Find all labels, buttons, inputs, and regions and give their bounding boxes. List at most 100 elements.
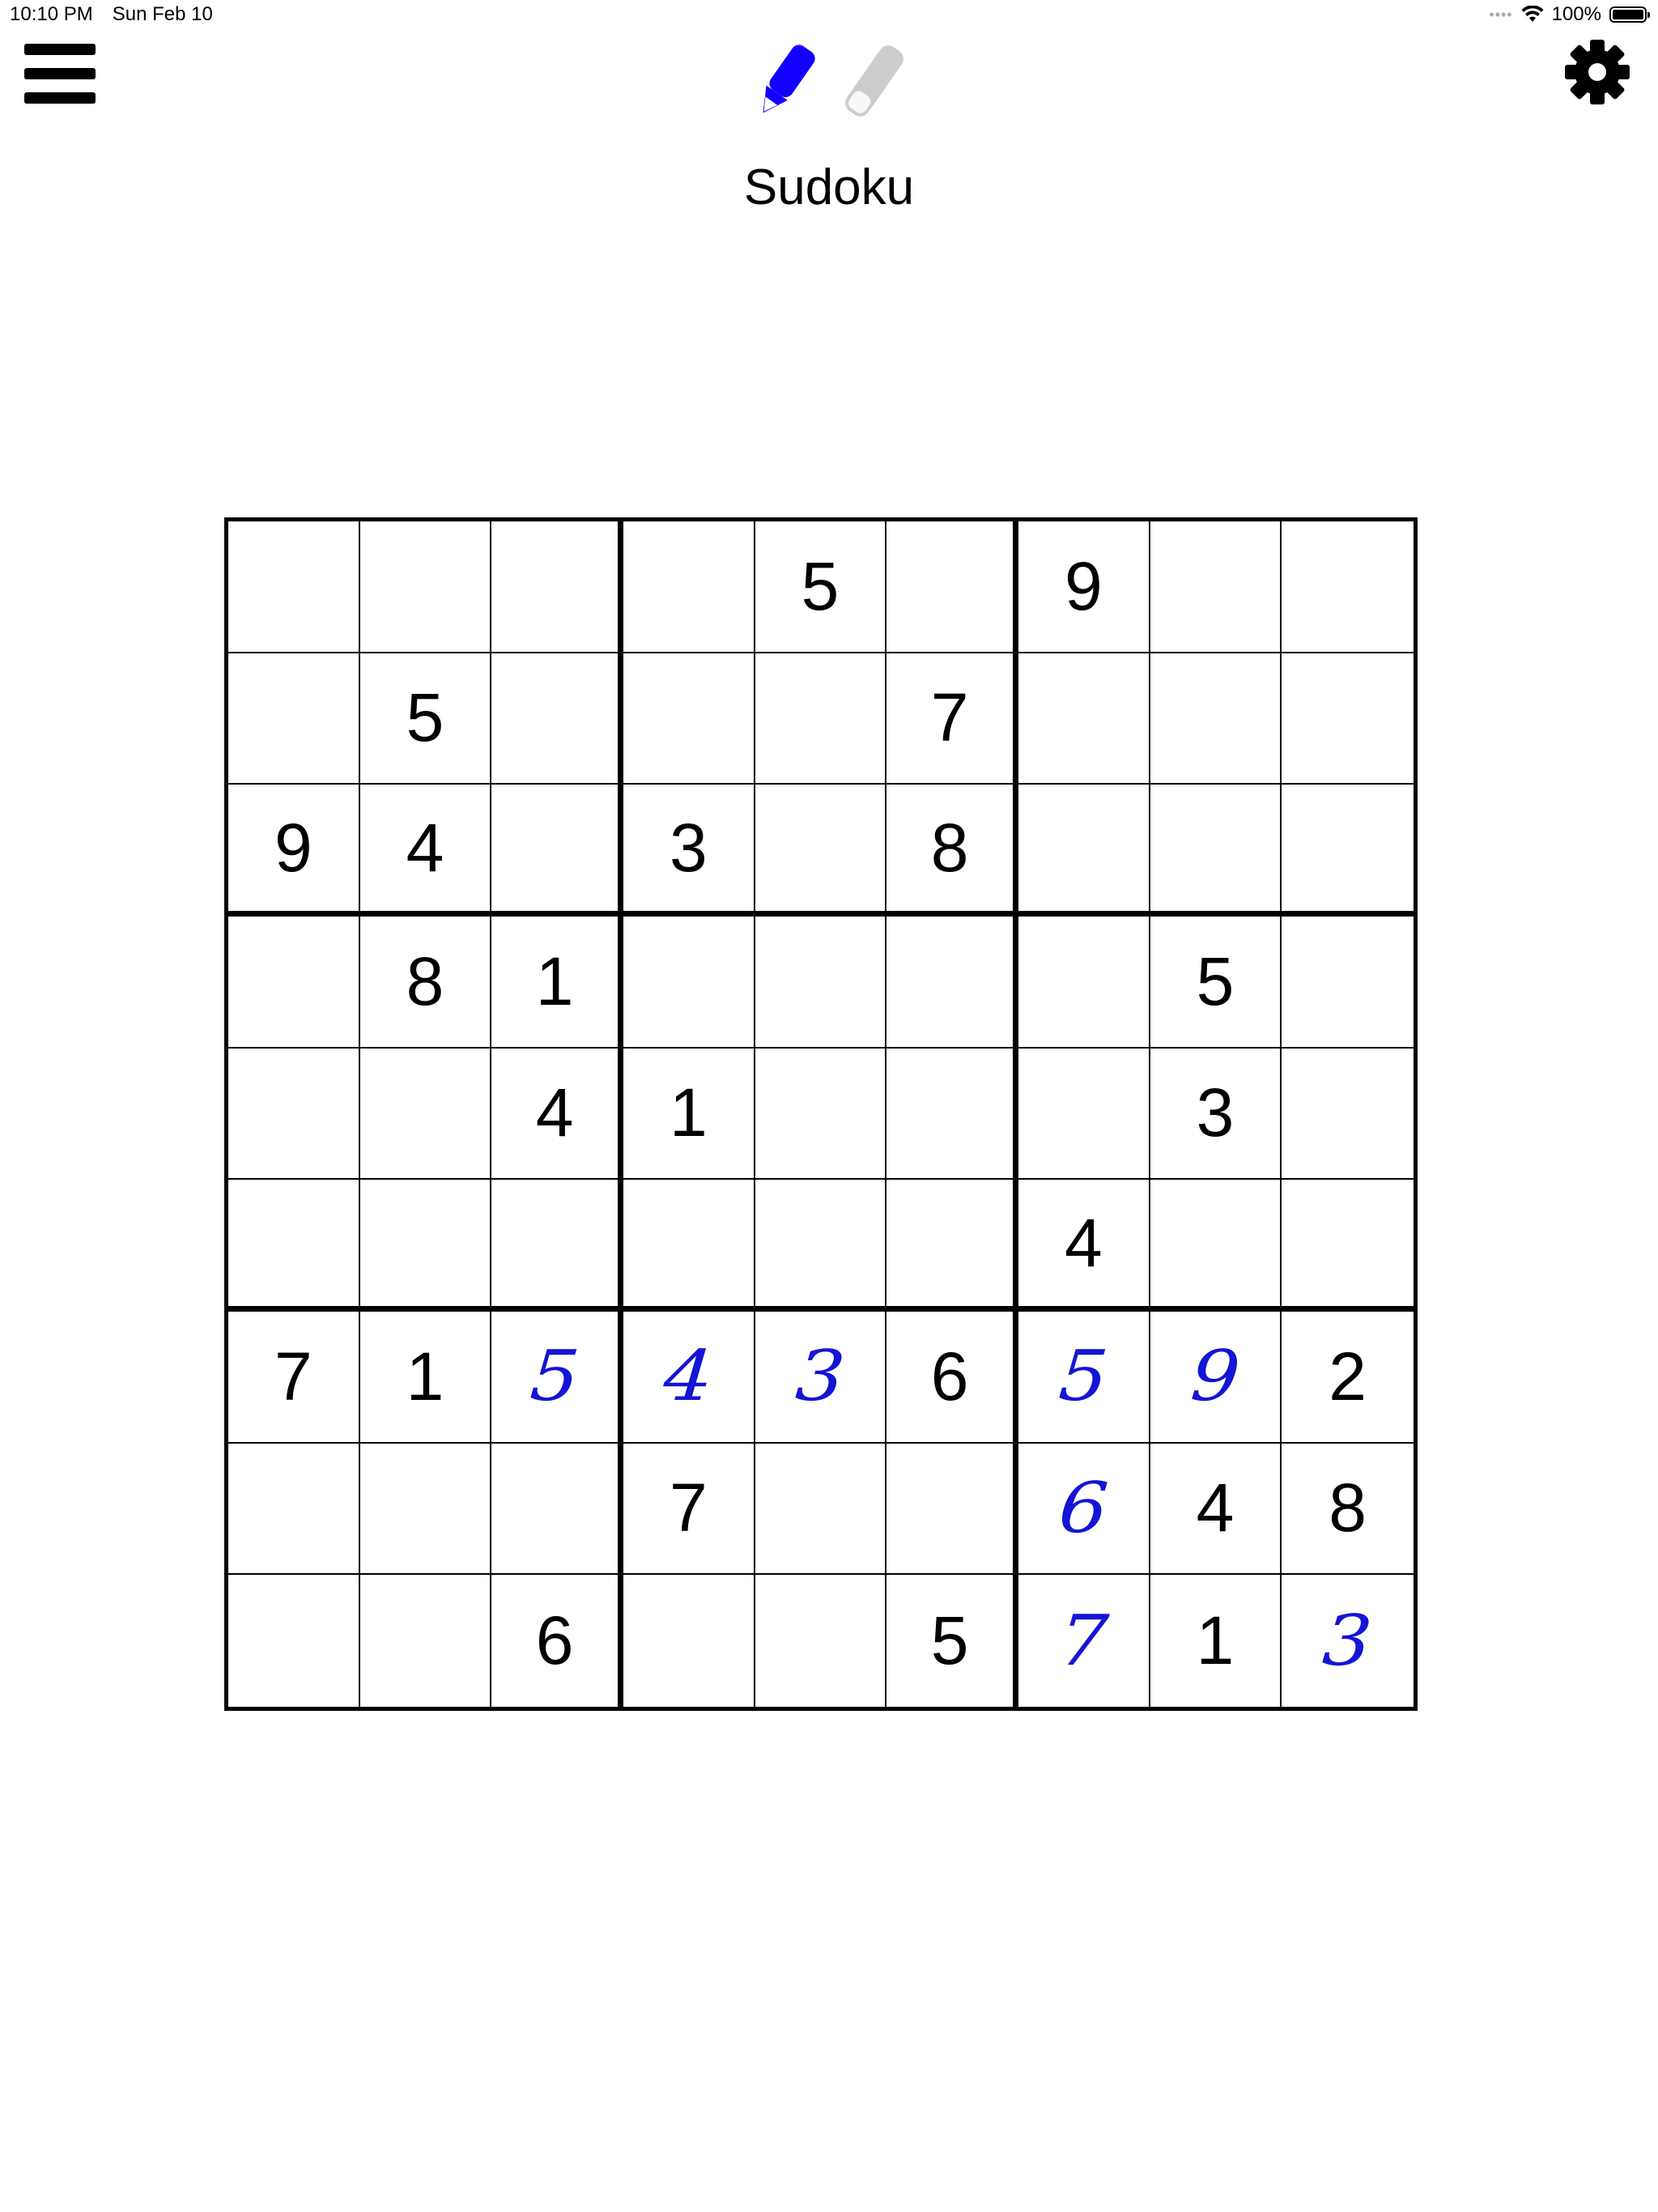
sudoku-cell-r5-c6[interactable] <box>886 1048 1018 1180</box>
sudoku-cell-r9-c7[interactable]: 7 <box>1018 1575 1150 1707</box>
wifi-icon <box>1521 6 1544 22</box>
sudoku-cell-r9-c6[interactable]: 5 <box>886 1575 1018 1707</box>
sudoku-cell-r5-c2[interactable] <box>359 1048 492 1180</box>
sudoku-cell-r4-c4[interactable] <box>623 917 755 1049</box>
sudoku-cell-r8-c4[interactable]: 7 <box>623 1443 755 1576</box>
sudoku-cell-r7-c6[interactable]: 6 <box>886 1312 1018 1444</box>
sudoku-cell-r2-c3[interactable] <box>491 653 623 785</box>
sudoku-cell-r3-c8[interactable] <box>1150 785 1282 917</box>
given-digit: 8 <box>406 942 444 1019</box>
sudoku-cell-r5-c5[interactable] <box>755 1048 887 1180</box>
menu-button[interactable] <box>24 42 96 105</box>
sudoku-cell-r4-c2[interactable]: 8 <box>359 917 492 1049</box>
sudoku-cell-r8-c3[interactable] <box>491 1443 623 1576</box>
sudoku-cell-r1-c6[interactable] <box>886 521 1018 653</box>
sudoku-cell-r2-c4[interactable] <box>623 653 755 785</box>
sudoku-cell-r8-c7[interactable]: 6 <box>1018 1443 1150 1576</box>
given-digit: 4 <box>406 809 444 886</box>
sudoku-cell-r6-c2[interactable] <box>359 1180 492 1312</box>
sudoku-cell-r9-c8[interactable]: 1 <box>1150 1575 1282 1707</box>
given-digit: 1 <box>406 1338 444 1414</box>
sudoku-cell-r7-c8[interactable]: 9 <box>1150 1312 1282 1444</box>
sudoku-cell-r6-c4[interactable] <box>623 1180 755 1312</box>
sudoku-cell-r7-c1[interactable]: 7 <box>228 1312 360 1444</box>
eraser-icon <box>845 45 903 117</box>
sudoku-cell-r4-c6[interactable] <box>886 917 1018 1049</box>
sudoku-cell-r8-c8[interactable]: 4 <box>1150 1443 1282 1576</box>
sudoku-cell-r3-c2[interactable]: 4 <box>359 785 492 917</box>
sudoku-cell-r2-c2[interactable]: 5 <box>359 653 492 785</box>
sudoku-board: 595794388154134715436592764865713 <box>224 517 1418 1711</box>
sudoku-cell-r9-c9[interactable]: 3 <box>1282 1575 1414 1707</box>
sudoku-cell-r8-c1[interactable] <box>228 1443 360 1576</box>
sudoku-cell-r4-c9[interactable] <box>1282 917 1414 1049</box>
sudoku-cell-r6-c8[interactable] <box>1150 1180 1282 1312</box>
given-digit: 7 <box>930 679 969 756</box>
eraser-tool-button[interactable] <box>834 37 915 125</box>
sudoku-cell-r3-c7[interactable] <box>1018 785 1150 917</box>
given-digit: 9 <box>1064 547 1103 624</box>
sudoku-cell-r4-c8[interactable]: 5 <box>1150 917 1282 1049</box>
sudoku-cell-r5-c1[interactable] <box>228 1048 360 1180</box>
sudoku-cell-r6-c7[interactable]: 4 <box>1018 1180 1150 1312</box>
sudoku-cell-r3-c4[interactable]: 3 <box>623 785 755 917</box>
sudoku-cell-r3-c3[interactable] <box>491 785 623 917</box>
sudoku-cell-r3-c1[interactable]: 9 <box>228 785 360 917</box>
sudoku-cell-r8-c2[interactable] <box>359 1443 492 1576</box>
sudoku-cell-r2-c8[interactable] <box>1150 653 1282 785</box>
sudoku-cell-r4-c3[interactable]: 1 <box>491 917 623 1049</box>
sudoku-cell-r6-c6[interactable] <box>886 1180 1018 1312</box>
given-digit: 8 <box>1329 1470 1367 1546</box>
sudoku-cell-r3-c9[interactable] <box>1282 785 1414 917</box>
sudoku-cell-r2-c6[interactable]: 7 <box>886 653 1018 785</box>
sudoku-cell-r1-c4[interactable] <box>623 521 755 653</box>
sudoku-cell-r4-c7[interactable] <box>1018 917 1150 1049</box>
sudoku-cell-r6-c3[interactable] <box>491 1180 623 1312</box>
sudoku-cell-r1-c5[interactable]: 5 <box>755 521 887 653</box>
pencil-tool-button[interactable] <box>745 37 826 125</box>
sudoku-cell-r7-c3[interactable]: 5 <box>491 1312 623 1444</box>
sudoku-cell-r8-c9[interactable]: 8 <box>1282 1444 1414 1576</box>
sudoku-cell-r1-c2[interactable] <box>359 521 492 653</box>
given-digit: 4 <box>1064 1204 1103 1281</box>
sudoku-cell-r9-c4[interactable] <box>623 1575 755 1707</box>
entered-digit: 9 <box>1188 1336 1243 1418</box>
sudoku-cell-r9-c5[interactable] <box>755 1575 887 1707</box>
sudoku-cell-r5-c8[interactable]: 3 <box>1150 1048 1282 1180</box>
given-digit: 1 <box>535 942 574 1019</box>
sudoku-cell-r7-c5[interactable]: 3 <box>755 1312 887 1444</box>
sudoku-cell-r7-c9[interactable]: 2 <box>1282 1312 1414 1444</box>
sudoku-cell-r1-c9[interactable] <box>1282 521 1414 653</box>
sudoku-cell-r6-c1[interactable] <box>228 1180 360 1312</box>
settings-button[interactable] <box>1562 37 1632 107</box>
sudoku-cell-r9-c2[interactable] <box>360 1575 492 1707</box>
sudoku-cell-r8-c6[interactable] <box>886 1443 1018 1576</box>
sudoku-cell-r5-c7[interactable] <box>1018 1048 1150 1180</box>
sudoku-cell-r2-c5[interactable] <box>755 653 887 785</box>
sudoku-cell-r5-c4[interactable]: 1 <box>623 1048 755 1180</box>
sudoku-cell-r1-c1[interactable] <box>228 521 360 653</box>
sudoku-cell-r2-c1[interactable] <box>228 653 360 785</box>
sudoku-cell-r9-c3[interactable]: 6 <box>491 1575 623 1707</box>
sudoku-cell-r7-c2[interactable]: 1 <box>359 1312 492 1444</box>
sudoku-cell-r7-c7[interactable]: 5 <box>1018 1312 1150 1444</box>
given-digit: 6 <box>535 1602 574 1679</box>
sudoku-cell-r2-c9[interactable] <box>1282 653 1414 785</box>
sudoku-cell-r1-c8[interactable] <box>1150 521 1282 653</box>
sudoku-cell-r4-c5[interactable] <box>755 917 887 1049</box>
sudoku-cell-r7-c4[interactable]: 4 <box>623 1312 755 1444</box>
sudoku-cell-r5-c9[interactable] <box>1282 1049 1414 1180</box>
sudoku-cell-r8-c5[interactable] <box>755 1443 887 1576</box>
sudoku-cell-r6-c9[interactable] <box>1282 1180 1414 1312</box>
sudoku-cell-r5-c3[interactable]: 4 <box>491 1048 623 1180</box>
sudoku-cell-r4-c1[interactable] <box>228 917 360 1049</box>
sudoku-cell-r1-c3[interactable] <box>491 521 623 653</box>
sudoku-cell-r2-c7[interactable] <box>1018 653 1150 785</box>
sudoku-cell-r3-c6[interactable]: 8 <box>886 785 1018 917</box>
entered-digit: 4 <box>661 1336 716 1418</box>
sudoku-cell-r6-c5[interactable] <box>755 1180 887 1312</box>
sudoku-cell-r1-c7[interactable]: 9 <box>1018 521 1150 653</box>
battery-percent: 100% <box>1551 3 1601 25</box>
sudoku-cell-r3-c5[interactable] <box>755 785 887 917</box>
sudoku-cell-r9-c1[interactable] <box>228 1575 360 1707</box>
